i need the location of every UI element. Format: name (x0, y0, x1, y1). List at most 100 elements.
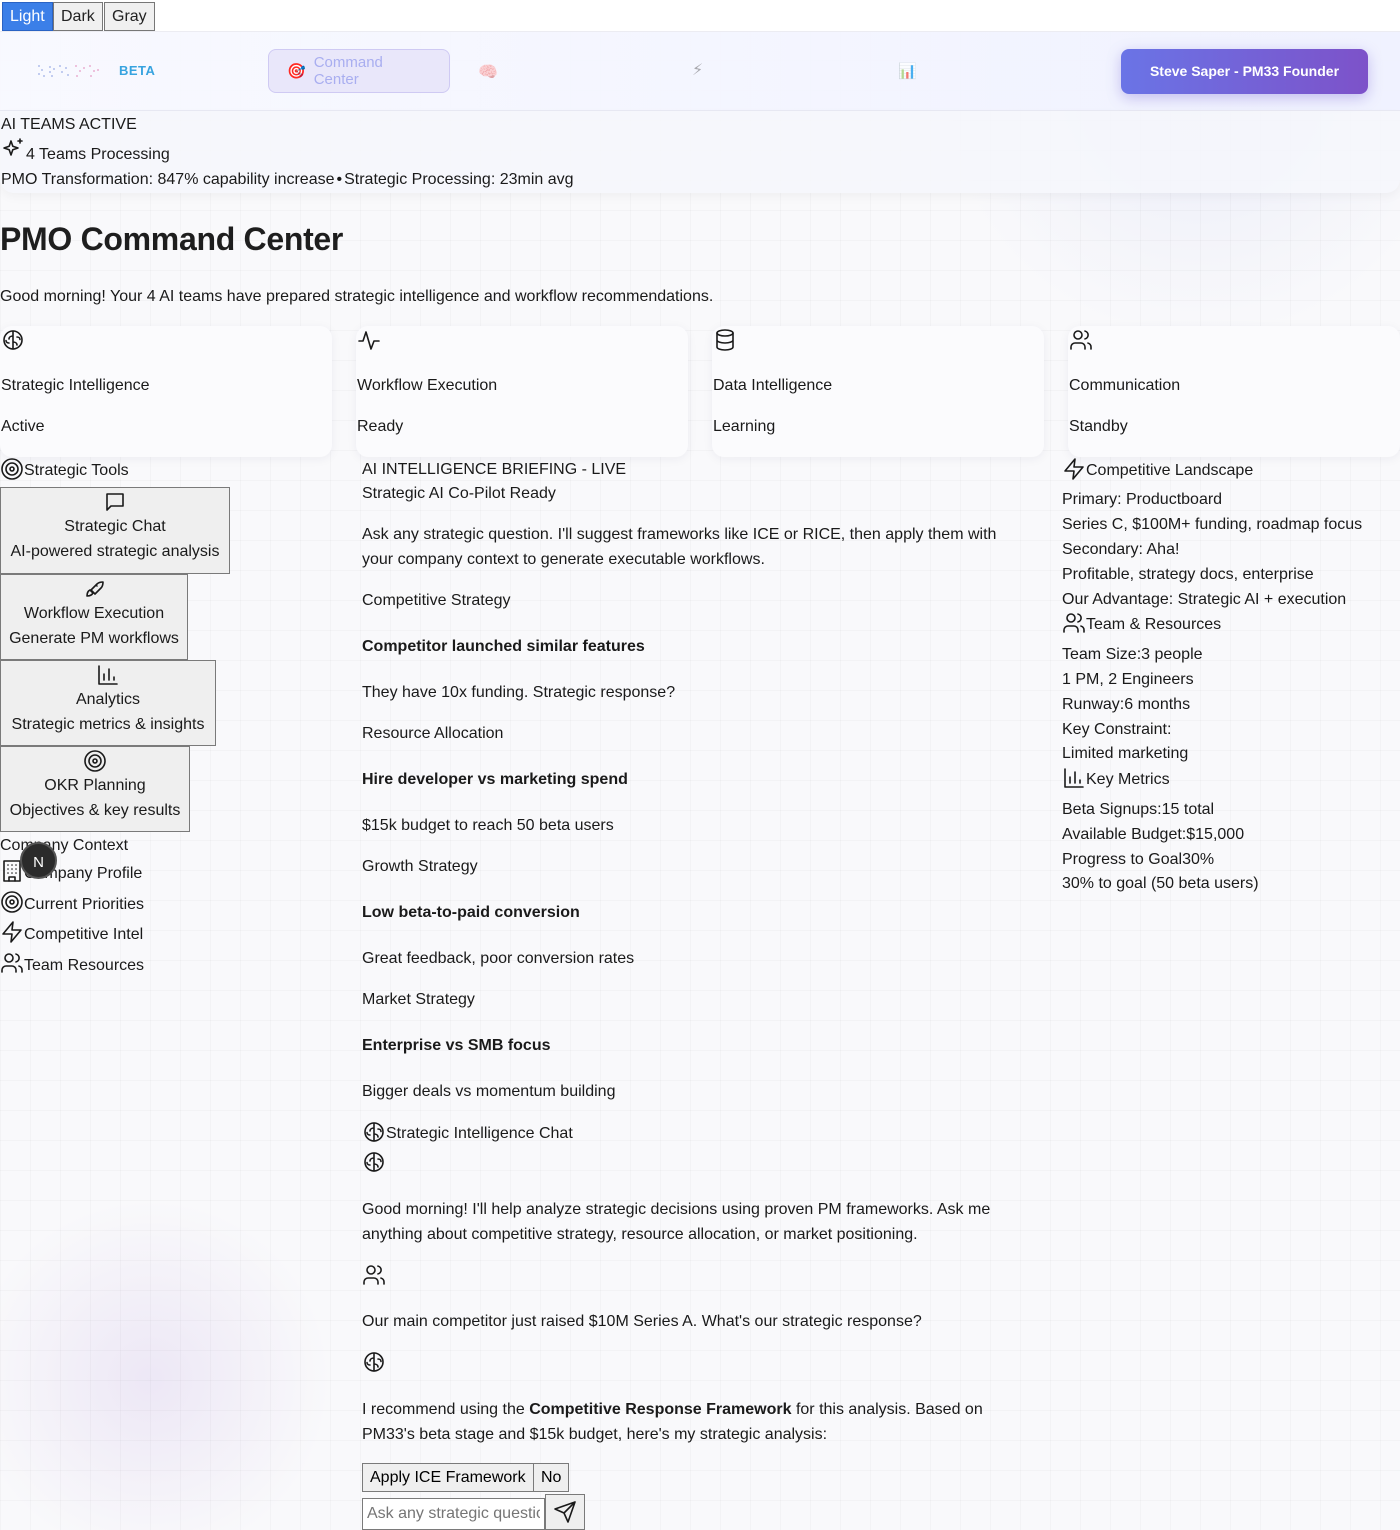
bar-chart-icon (98, 665, 118, 685)
status-metrics-line: PMO Transformation: 847% capability incr… (1, 170, 574, 190)
scenario-title-conversion[interactable]: Low beta-to-paid conversion (362, 900, 580, 925)
beta-signups: Beta Signups:15 total (1062, 797, 1214, 822)
brain-icon (364, 1152, 384, 1172)
team-size-value: 3 people (1141, 646, 1203, 663)
target-icon (84, 750, 106, 772)
activity-icon (358, 331, 380, 350)
team-name: Data Intelligence (713, 377, 833, 394)
send-button[interactable] (545, 1494, 585, 1530)
team-heading-label: Team & Resources (1086, 616, 1222, 633)
competitive-landscape-heading: Competitive Landscape (1062, 457, 1253, 481)
recommendation-pre: I recommend using the (362, 1401, 530, 1418)
target-icon (1, 891, 23, 913)
lightning-icon (1064, 458, 1084, 480)
team-state: Standby (1069, 418, 1128, 435)
processing-time-text: Strategic Processing: 23min avg (344, 171, 574, 188)
team-size-label: Team Size: (1062, 646, 1142, 663)
lightning-tab-icon[interactable]: ⚡ (692, 60, 703, 80)
progress-label: Progress to Goal (1062, 851, 1183, 868)
scenario-category: Resource Allocation (362, 725, 504, 742)
tools-heading-label: Strategic Tools (24, 462, 129, 479)
send-icon (554, 1501, 576, 1523)
context-item-label: Competitive Intel (24, 926, 144, 943)
beta-signups-value: 15 total (1161, 801, 1215, 818)
key-metrics-heading: Key Metrics (1062, 766, 1170, 790)
apply-ice-framework-button[interactable]: Apply ICE Framework (362, 1463, 534, 1492)
primary-competitor-desc: Series C, $100M+ funding, roadmap focus (1062, 516, 1363, 533)
framework-name: Competitive Response Framework (529, 1401, 792, 1418)
company-context-heading: Company Context (0, 837, 129, 854)
context-item-current-priorities[interactable]: Current Priorities (0, 890, 144, 914)
tool-desc: AI-powered strategic analysis (10, 543, 220, 560)
scenario-title-hiring[interactable]: Hire developer vs marketing spend (362, 767, 628, 792)
page-subtitle: Good morning! Your 4 AI teams have prepa… (0, 288, 714, 305)
tool-desc: Generate PM workflows (9, 630, 179, 647)
teams-processing-text: 4 Teams Processing (26, 146, 170, 163)
scenario-desc: They have 10x funding. Strategic respons… (362, 684, 676, 701)
users-icon (1070, 330, 1092, 350)
runway-label: Runway: (1062, 696, 1125, 713)
scenario-title-market[interactable]: Enterprise vs SMB focus (362, 1033, 551, 1058)
target-icon: 🎯 (287, 63, 306, 80)
scenario-desc: Bigger deals vs momentum building (362, 1083, 616, 1100)
message-icon (106, 493, 124, 511)
beta-badge: BETA (119, 63, 156, 78)
users-icon (1, 953, 23, 973)
strategic-tools-heading: Strategic Tools (0, 457, 129, 481)
chat-message-ai: Good morning! I'll help analyze strategi… (362, 1201, 991, 1243)
key-constraint-value: Limited marketing (1062, 745, 1189, 762)
context-item-label: Current Priorities (24, 896, 145, 913)
pm33-logo[interactable] (36, 62, 102, 80)
theme-light-button[interactable]: Light (2, 2, 53, 31)
team-state: Ready (357, 418, 404, 435)
tool-desc: Strategic metrics & insights (11, 716, 205, 733)
tool-title: Workflow Execution (23, 605, 165, 622)
team-card-communication[interactable]: Communication Standby (1068, 326, 1400, 457)
scenario-desc: $15k budget to reach 50 beta users (362, 817, 614, 834)
beta-signups-label: Beta Signups: (1062, 801, 1162, 818)
team-size: Team Size:3 people (1062, 642, 1203, 667)
theme-dark-button[interactable]: Dark (53, 2, 103, 31)
sparkles-icon (3, 138, 23, 156)
team-state: Active (1, 418, 45, 435)
theme-gray-button[interactable]: Gray (104, 2, 155, 31)
briefing-heading: AI INTELLIGENCE BRIEFING - LIVE (362, 461, 627, 478)
okr-planning-tool-button[interactable]: OKR Planning Objectives & key results (0, 746, 190, 832)
available-budget: Available Budget:$15,000 (1062, 822, 1244, 847)
tool-desc: Objectives & key results (9, 802, 181, 819)
transformation-text: PMO Transformation: 847% capability incr… (1, 171, 335, 188)
tool-title: OKR Planning (44, 777, 146, 794)
users-icon (1063, 613, 1085, 633)
our-advantage: Our Advantage: Strategic AI + execution (1062, 591, 1347, 608)
scenario-category: Competitive Strategy (362, 592, 511, 609)
team-card-workflow-execution[interactable]: Workflow Execution Ready (356, 326, 688, 457)
briefing-intro: Ask any strategic question. I'll suggest… (362, 526, 997, 568)
context-item-competitive-intel[interactable]: Competitive Intel (0, 920, 143, 944)
tab-command-center[interactable]: 🎯 Command Center (268, 49, 450, 93)
team-card-strategic-intelligence[interactable]: Strategic Intelligence Active (0, 326, 332, 457)
budget-value: $15,000 (1186, 826, 1245, 843)
progress-value: 30% (1182, 851, 1215, 868)
brain-tab-icon[interactable]: 🧠 (478, 62, 498, 82)
workflow-execution-tool-button[interactable]: Workflow Execution Generate PM workflows (0, 574, 188, 660)
analytics-tool-button[interactable]: Analytics Strategic metrics & insights (0, 660, 216, 746)
primary-competitor: Primary: Productboard (1062, 491, 1223, 508)
scenario-category: Growth Strategy (362, 858, 478, 875)
context-item-team-resources[interactable]: Team Resources (0, 951, 144, 975)
chart-tab-icon[interactable]: 📊 (898, 62, 917, 80)
context-item-label: Team Resources (24, 957, 145, 974)
secondary-competitor-desc: Profitable, strategy docs, enterprise (1062, 566, 1314, 583)
no-button[interactable]: No (533, 1463, 570, 1492)
progress-to-goal: Progress to Goal30% (1062, 847, 1214, 872)
scenario-title-competitor[interactable]: Competitor launched similar features (362, 634, 645, 659)
brain-icon (364, 1122, 384, 1142)
strategic-chat-tool-button[interactable]: Strategic Chat AI-powered strategic anal… (0, 487, 230, 574)
team-card-data-intelligence[interactable]: Data Intelligence Learning (712, 326, 1044, 457)
status-separator: • (336, 171, 343, 188)
scenario-category: Market Strategy (362, 991, 475, 1008)
team-name: Communication (1069, 377, 1181, 394)
users-icon (363, 1265, 385, 1285)
chat-input[interactable] (362, 1498, 545, 1530)
user-avatar[interactable]: N (20, 842, 57, 879)
user-profile-button[interactable]: Steve Saper - PM33 Founder (1121, 49, 1368, 94)
